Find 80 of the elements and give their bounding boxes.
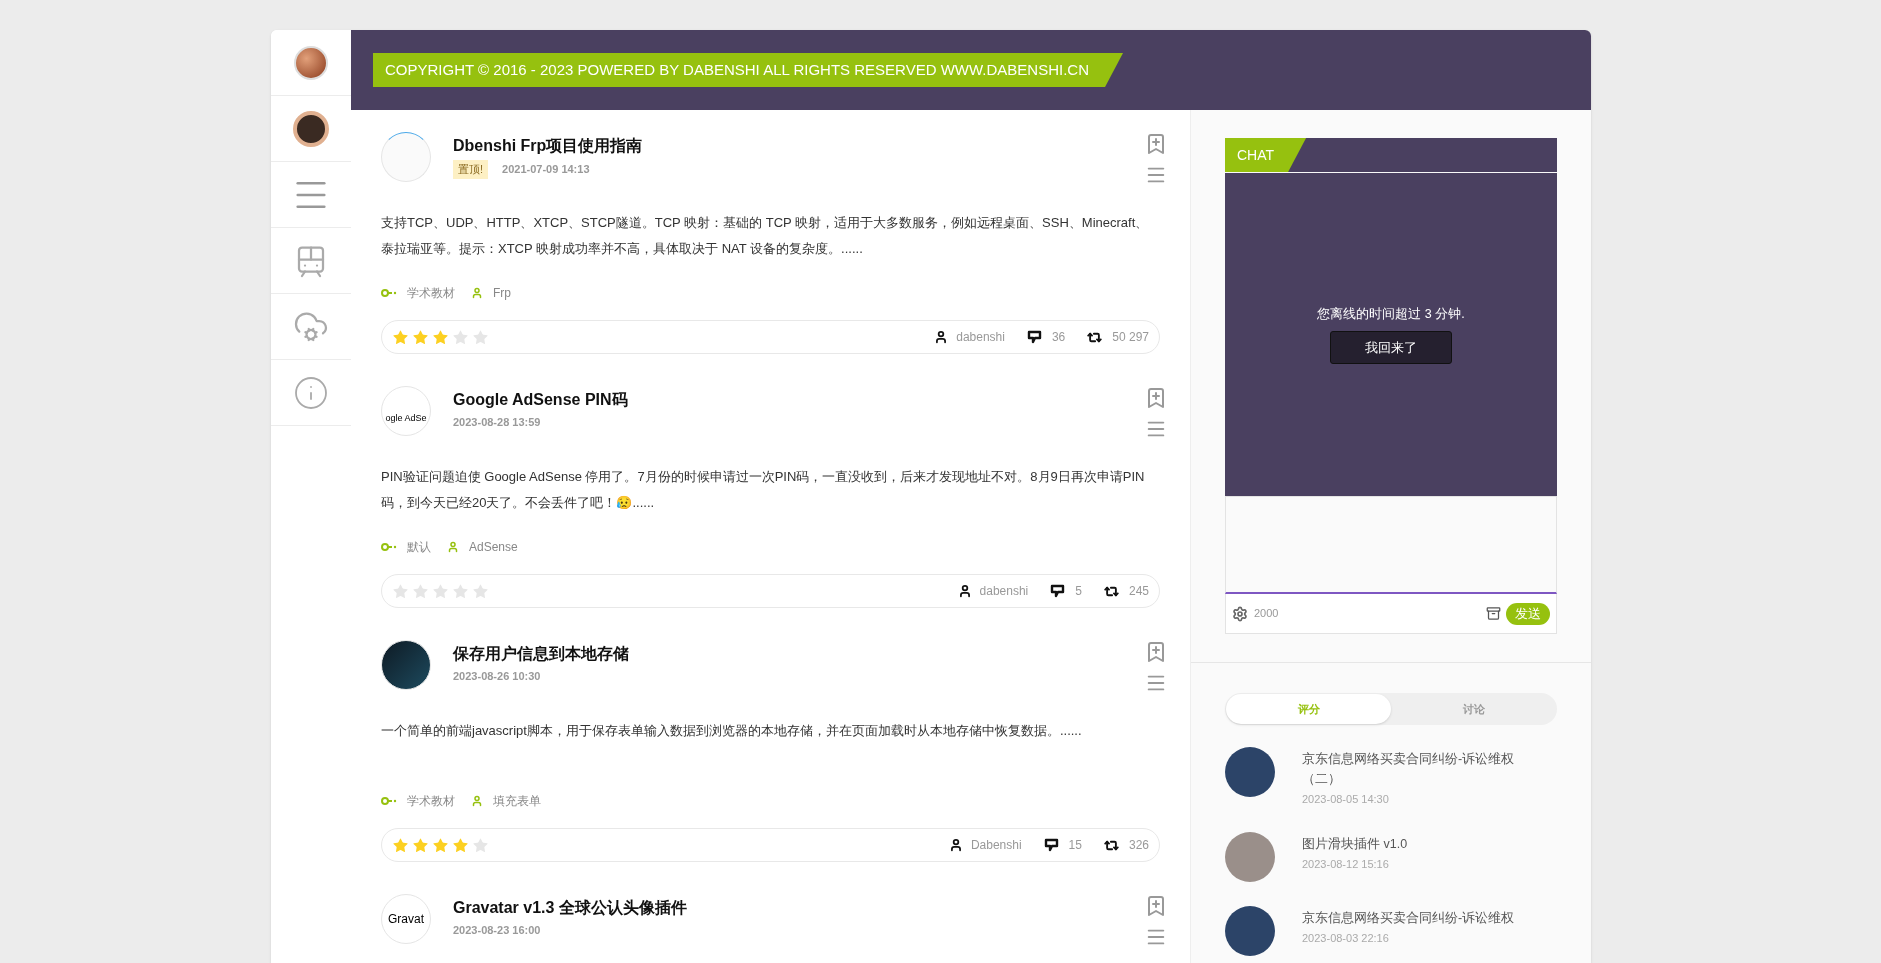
rating-star[interactable] <box>432 582 449 600</box>
rating-star[interactable] <box>392 582 409 600</box>
chat-input-field[interactable] <box>1225 496 1557 594</box>
post-tag[interactable]: AdSense <box>469 538 518 556</box>
tag-icon <box>471 287 483 299</box>
rating-star[interactable] <box>412 328 429 346</box>
post-thumbnail[interactable] <box>381 132 431 182</box>
rating-star[interactable] <box>452 836 469 854</box>
tag-icon <box>447 541 459 553</box>
category-icon <box>381 288 397 298</box>
view-count: 326 <box>1128 837 1149 854</box>
post-date: 2021-07-09 14:13 <box>502 162 590 177</box>
post-date: 2023-08-23 16:00 <box>453 923 541 938</box>
rating-star[interactable] <box>472 582 489 600</box>
post-category[interactable]: 学术教材 <box>407 284 455 302</box>
post-excerpt: PIN验证问题迫使 Google AdSense 停用了。7月份的时候申请过一次PIN码，一直没收到，后来才发现地址不对。8月9日再次申请PIN码，到今天已经20天了。不会丢件了吧！😥...... <box>381 468 1146 512</box>
article-date: 2023-08-05 14:30 <box>1302 792 1390 807</box>
return-button[interactable]: 我回来了 <box>1330 331 1452 365</box>
post-category[interactable]: 默认 <box>407 538 431 556</box>
rating-star[interactable] <box>432 328 449 346</box>
send-button[interactable]: 发送 <box>1506 602 1550 625</box>
post-excerpt: 支持TCP、UDP、HTTP、XTCP、STCP隧道。TCP 映射：基础的 TCP 映射，适用于大多数服务，例如远程桌面、SSH、Minecraft、泰拉瑞亚等。提示：XTCP 映射成功率并不高，具体取决于 NAT 设备的复杂度。...... <box>381 214 1150 258</box>
article-date: 2023-08-03 22:16 <box>1302 930 1390 946</box>
rating-star[interactable] <box>452 328 469 346</box>
post-title[interactable]: 保存用户信息到本地存储 <box>453 642 1144 666</box>
photo-placeholder[interactable] <box>1225 905 1275 956</box>
post-category[interactable]: 学术教材 <box>407 792 455 810</box>
rating-star[interactable] <box>392 836 409 854</box>
post-date: 2023-08-28 13:59 <box>453 415 541 430</box>
article-date: 2023-08-12 15:16 <box>1302 856 1390 872</box>
settings-icon[interactable] <box>1232 605 1248 622</box>
logo-icon[interactable] <box>294 45 328 80</box>
chat-title: CHAT <box>1225 138 1307 172</box>
side-tab[interactable]: 评分 <box>1226 694 1391 724</box>
info-icon[interactable] <box>293 374 329 411</box>
post-tag[interactable]: Frp <box>493 284 511 302</box>
view-count: 50 297 <box>1112 329 1149 346</box>
post-thumbnail[interactable]: Gravat <box>381 894 431 944</box>
rating-star[interactable] <box>432 836 449 854</box>
rating-star[interactable] <box>472 328 489 346</box>
post-thumbnail[interactable]: ogle AdSe <box>381 386 431 436</box>
comment-count: 36 <box>1051 329 1066 346</box>
comment-icon <box>1050 584 1066 598</box>
post-excerpt: 一个简单的前端javascript脚本，用于保存表单输入数据到浏览器的本地存储，并在页面加载时从本地存储中恢复数据。...... <box>381 722 1083 740</box>
category-icon <box>381 796 397 806</box>
author-icon <box>948 838 963 852</box>
post-title[interactable]: Google AdSense PIN码 <box>453 388 1144 412</box>
post-author[interactable]: Dabenshi <box>970 836 1022 854</box>
post-tag[interactable]: 填充表单 <box>493 792 541 810</box>
copyright-banner: COPYRIGHT © 2016 - 2023 POWERED BY DABENSHI ALL RIGHTS RESERVED WWW.DABENSHI.CN <box>373 53 1123 87</box>
author-icon <box>957 584 972 598</box>
character-counter: 2000 <box>1254 606 1279 622</box>
rating-star[interactable] <box>412 836 429 854</box>
avatar-placeholder[interactable] <box>1225 831 1275 882</box>
author-icon <box>934 330 949 344</box>
comment-count: 15 <box>1068 837 1082 854</box>
rating-star[interactable] <box>412 582 429 600</box>
side-tab[interactable]: 讨论 <box>1391 694 1556 724</box>
comment-icon <box>1043 838 1059 852</box>
post-title[interactable]: Gravatar v1.3 全球公认头像插件 <box>453 896 1144 920</box>
category-icon <box>381 542 397 552</box>
view-count: 245 <box>1128 583 1149 600</box>
avatar-icon[interactable] <box>293 110 329 147</box>
comment-icon <box>1026 330 1042 344</box>
rating-star[interactable] <box>452 582 469 600</box>
tag-icon <box>471 795 483 807</box>
rating-star[interactable] <box>392 328 409 346</box>
article-title[interactable]: 京东信息网络买卖合同纠纷-诉讼维权（二） <box>1302 749 1517 789</box>
rating-star[interactable] <box>472 836 489 854</box>
post-author[interactable]: dabenshi <box>979 582 1029 600</box>
archive-icon[interactable] <box>1486 606 1501 621</box>
article-title[interactable]: 京东信息网络买卖合同纠纷-诉讼维权 <box>1302 907 1517 928</box>
offline-message: 您离线的时间超过 3 分钟. <box>1317 305 1465 323</box>
post-date: 2023-08-26 10:30 <box>453 669 541 684</box>
post-author[interactable]: dabenshi <box>956 328 1005 346</box>
comment-count: 5 <box>1075 583 1082 600</box>
pinned-badge: 置顶! <box>453 160 489 179</box>
post-title[interactable]: Dbenshi Frp项目使用指南 <box>453 134 1144 158</box>
article-title[interactable]: 图片滑块插件 v1.0 <box>1302 833 1517 854</box>
photo-placeholder[interactable] <box>1225 747 1275 797</box>
